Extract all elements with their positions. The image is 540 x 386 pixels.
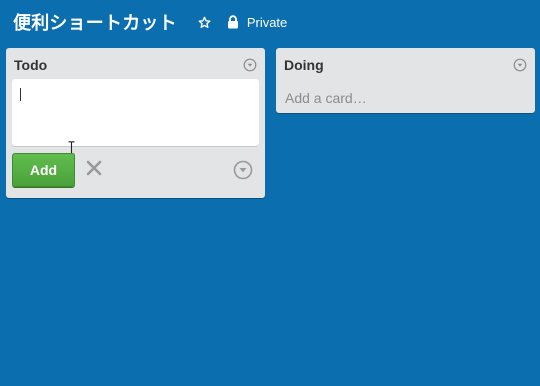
add-card-link[interactable]: Add a card… — [285, 90, 367, 106]
list-header: Todo — [14, 55, 257, 75]
list-doing: Doing Add a card… — [276, 48, 535, 113]
board-header: 便利ショートカット Private — [0, 0, 540, 44]
card-composer-input[interactable] — [12, 79, 259, 146]
list-title[interactable]: Todo — [14, 57, 47, 73]
list-title[interactable]: Doing — [284, 57, 324, 73]
circle-chevron-down-icon[interactable] — [513, 58, 527, 72]
close-icon[interactable] — [86, 160, 102, 176]
lock-icon — [227, 15, 238, 29]
add-card-button[interactable]: Add — [12, 153, 75, 187]
star-button[interactable] — [197, 14, 213, 30]
circle-chevron-down-icon[interactable] — [243, 58, 257, 72]
board: 便利ショートカット Private Todo Add Doing Add a c… — [0, 0, 540, 386]
circle-chevron-down-icon[interactable] — [233, 160, 253, 180]
privacy-label: Private — [246, 14, 288, 30]
text-caret — [20, 88, 21, 101]
list-header: Doing — [284, 55, 527, 75]
privacy-button[interactable]: Private — [227, 15, 287, 30]
star-outline-icon — [198, 16, 211, 28]
board-title[interactable]: 便利ショートカット — [13, 9, 177, 35]
list-todo: Todo Add — [6, 48, 265, 198]
